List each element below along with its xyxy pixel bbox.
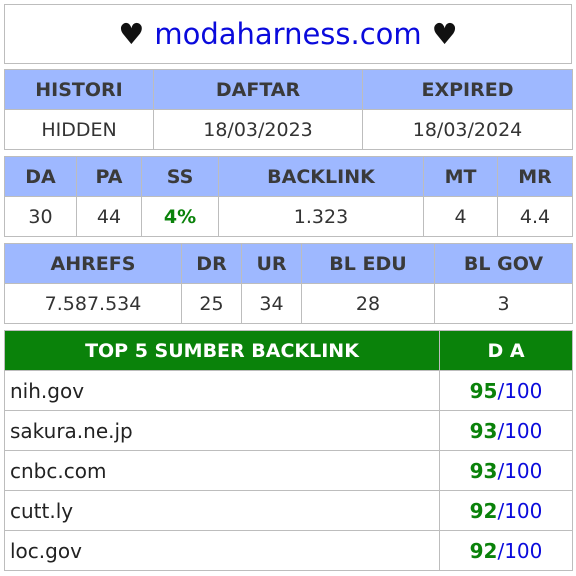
backlink-sources-table: TOP 5 SUMBER BACKLINK D A nih.gov 95/100… — [4, 330, 573, 571]
da-score: 92 — [469, 498, 498, 523]
domain-name: modaharness.com — [154, 17, 422, 51]
da-column-header: D A — [439, 330, 573, 371]
backlink-source-header: TOP 5 SUMBER BACKLINK — [4, 330, 440, 371]
table-row: nih.gov 95/100 — [4, 370, 573, 411]
expired-value: 18/03/2024 — [362, 109, 573, 150]
mr-header: MR — [497, 156, 573, 197]
backlink-da: 92/100 — [439, 490, 573, 531]
heart-icon: ♥ — [431, 17, 458, 51]
ahrefs-table: AHREFS DR UR BL EDU BL GOV 7.587.534 25 … — [4, 243, 573, 324]
backlink-domain: loc.gov — [4, 530, 440, 571]
da-score: 95 — [469, 378, 498, 403]
backlink-da: 93/100 — [439, 450, 573, 491]
da-value: 30 — [4, 196, 77, 237]
pa-value: 44 — [76, 196, 142, 237]
ss-header: SS — [141, 156, 219, 197]
da-header: DA — [4, 156, 77, 197]
daftar-value: 18/03/2023 — [153, 109, 363, 150]
ur-header: UR — [241, 243, 302, 284]
daftar-header: DAFTAR — [153, 69, 363, 110]
da-score: 92 — [469, 538, 498, 563]
mt-header: MT — [423, 156, 498, 197]
ur-value: 34 — [241, 283, 302, 324]
backlink-header: BACKLINK — [218, 156, 424, 197]
backlink-da: 95/100 — [439, 370, 573, 411]
bl-gov-header: BL GOV — [434, 243, 573, 284]
site-title: ♥ modaharness.com ♥ — [4, 4, 572, 64]
table-row: loc.gov 92/100 — [4, 530, 573, 571]
heart-icon: ♥ — [118, 17, 145, 51]
da-max: /100 — [497, 378, 543, 403]
backlink-da: 93/100 — [439, 410, 573, 451]
ahrefs-value: 7.587.534 — [4, 283, 182, 324]
da-max: /100 — [497, 458, 543, 483]
backlink-value: 1.323 — [218, 196, 424, 237]
table-row: cnbc.com 93/100 — [4, 450, 573, 491]
histori-value: HIDDEN — [4, 109, 154, 150]
table-row: sakura.ne.jp 93/100 — [4, 410, 573, 451]
backlink-domain: cutt.ly — [4, 490, 440, 531]
backlink-domain: cnbc.com — [4, 450, 440, 491]
da-score: 93 — [469, 458, 498, 483]
pa-header: PA — [76, 156, 142, 197]
backlink-da: 92/100 — [439, 530, 573, 571]
expired-header: EXPIRED — [362, 69, 573, 110]
registration-table: HISTORI DAFTAR EXPIRED HIDDEN 18/03/2023… — [4, 69, 573, 150]
ahrefs-header: AHREFS — [4, 243, 182, 284]
metrics-table: DA PA SS BACKLINK MT MR 30 44 4% 1.323 4… — [4, 156, 573, 237]
da-score: 93 — [469, 418, 498, 443]
dr-value: 25 — [181, 283, 242, 324]
backlink-domain: sakura.ne.jp — [4, 410, 440, 451]
bl-edu-header: BL EDU — [301, 243, 435, 284]
da-max: /100 — [497, 538, 543, 563]
bl-edu-value: 28 — [301, 283, 435, 324]
dr-header: DR — [181, 243, 242, 284]
da-max: /100 — [497, 498, 543, 523]
da-max: /100 — [497, 418, 543, 443]
ss-value: 4% — [141, 196, 219, 237]
mr-value: 4.4 — [497, 196, 573, 237]
histori-header: HISTORI — [4, 69, 154, 110]
backlink-domain: nih.gov — [4, 370, 440, 411]
mt-value: 4 — [423, 196, 498, 237]
table-row: cutt.ly 92/100 — [4, 490, 573, 531]
bl-gov-value: 3 — [434, 283, 573, 324]
